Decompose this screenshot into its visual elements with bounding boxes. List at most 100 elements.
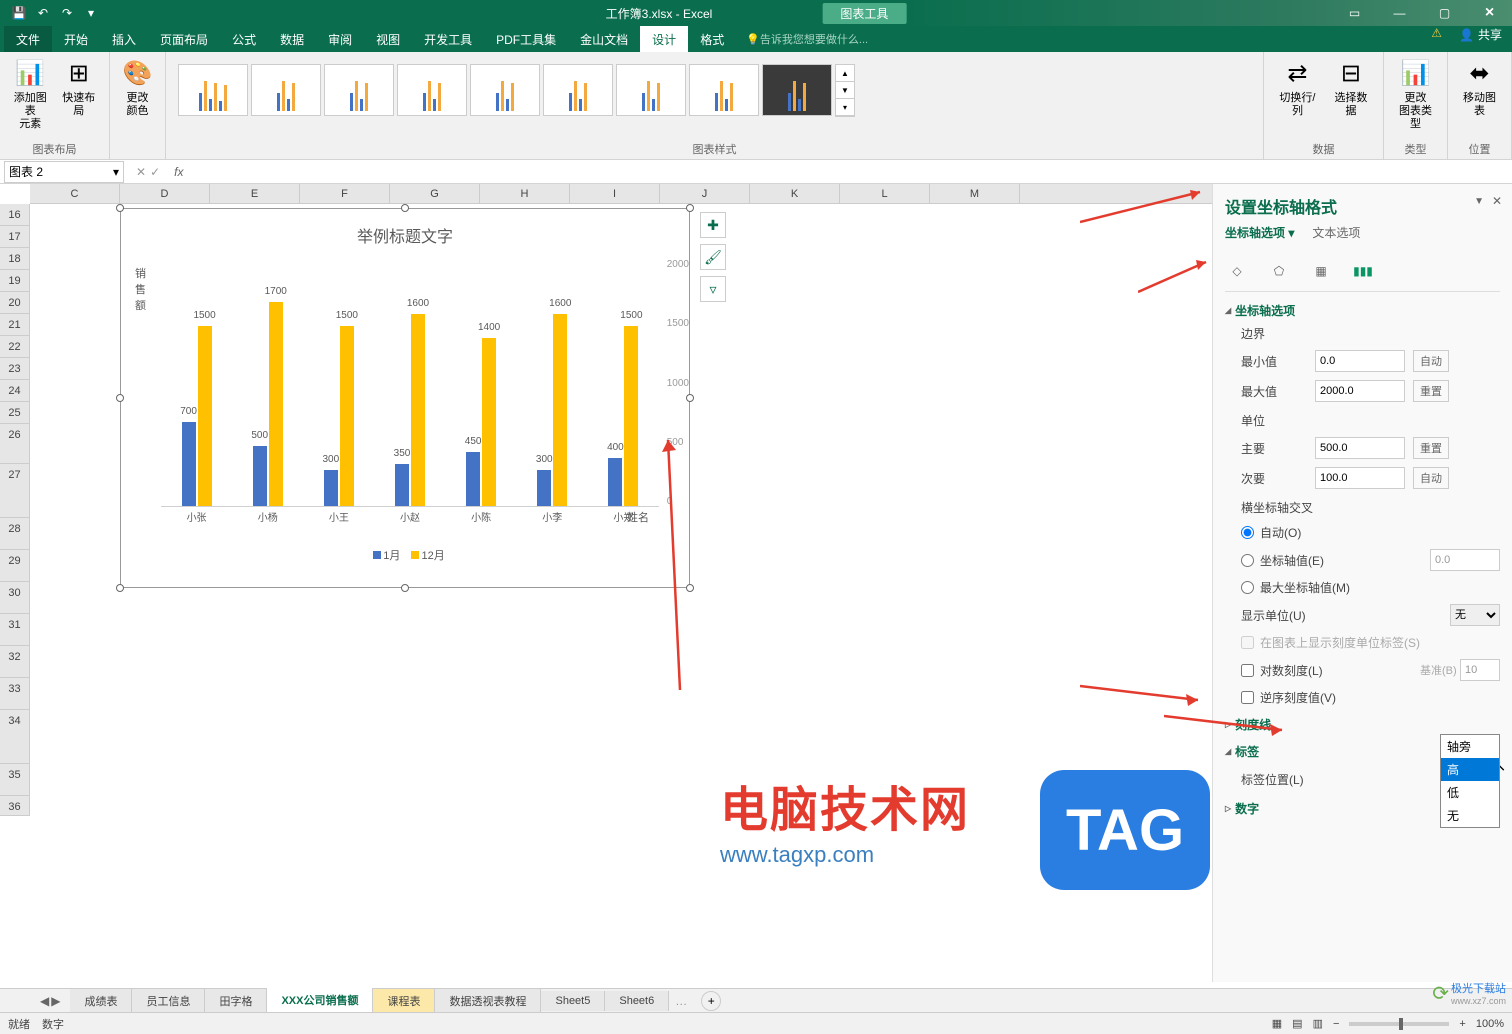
tell-me-input[interactable]: 💡 告诉我您想要做什么... — [746, 26, 868, 52]
bar[interactable]: 1700 — [269, 302, 283, 506]
sheet-tab[interactable]: 员工信息 — [132, 989, 205, 1013]
dropdown-option[interactable]: 轴旁 — [1441, 735, 1499, 758]
qat-more-icon[interactable]: ▾ — [80, 2, 102, 24]
tab-file[interactable]: 文件 — [4, 26, 52, 52]
bar-group[interactable]: 5001700小杨 — [243, 302, 293, 506]
add-sheet-button[interactable]: + — [701, 991, 721, 1011]
bar-group[interactable]: 4001500小郑 — [598, 326, 648, 506]
row-header[interactable]: 16 — [0, 204, 29, 226]
y-axis-label[interactable]: 销 售 额 — [135, 265, 146, 313]
bar[interactable]: 1500 — [198, 326, 212, 506]
fx-icon[interactable]: fx — [168, 165, 189, 179]
tab-pdf[interactable]: PDF工具集 — [484, 26, 568, 52]
row-header[interactable]: 33 — [0, 678, 29, 710]
style-item-8[interactable] — [689, 64, 759, 116]
resize-handle[interactable] — [686, 204, 694, 212]
row-header[interactable]: 30 — [0, 582, 29, 614]
tab-formula[interactable]: 公式 — [220, 26, 268, 52]
row-header[interactable]: 31 — [0, 614, 29, 646]
row-header[interactable]: 25 — [0, 402, 29, 424]
bar[interactable]: 1500 — [624, 326, 638, 506]
bar[interactable]: 700 — [182, 422, 196, 506]
sheet-tab[interactable]: Sheet5 — [541, 991, 605, 1011]
accept-formula-icon[interactable]: ✓ — [150, 165, 160, 179]
section-ticks[interactable]: 刻度线 — [1225, 716, 1500, 733]
select-data-button[interactable]: ⊟ 选择数据 — [1327, 56, 1375, 120]
row-header[interactable]: 34 — [0, 710, 29, 764]
bar[interactable]: 1400 — [482, 338, 496, 506]
x-axis-label[interactable]: 姓名 — [627, 509, 649, 525]
tab-dev[interactable]: 开发工具 — [412, 26, 484, 52]
pane-close-icon[interactable]: ✕ — [1492, 194, 1502, 208]
col-header[interactable]: G — [390, 184, 480, 203]
pane-expand-icon[interactable]: ▼ — [1474, 196, 1484, 207]
axis-value-input[interactable] — [1430, 549, 1500, 571]
sheet-tab[interactable]: XXX公司销售额 — [267, 988, 373, 1014]
resize-handle[interactable] — [686, 584, 694, 592]
row-header[interactable]: 21 — [0, 314, 29, 336]
style-item-5[interactable] — [470, 64, 540, 116]
quick-layout-button[interactable]: ⊞ 快速布局 — [57, 56, 102, 134]
bar[interactable]: 300 — [324, 470, 338, 506]
redo-icon[interactable]: ↷ — [56, 2, 78, 24]
sheet-nav-next-icon[interactable]: ▶ — [51, 994, 60, 1008]
tab-review[interactable]: 审阅 — [316, 26, 364, 52]
row-header[interactable]: 20 — [0, 292, 29, 314]
chart-object[interactable]: 举例标题文字 销 售 额 7001500小张5001700小杨3001500小王… — [120, 208, 690, 588]
dropdown-option[interactable]: 高 — [1441, 758, 1499, 781]
gallery-more-icon[interactable]: ▾ — [836, 99, 854, 116]
dropdown-option[interactable]: 低 — [1441, 781, 1499, 804]
col-header[interactable]: D — [120, 184, 210, 203]
row-header[interactable]: 36 — [0, 796, 29, 816]
style-item-9[interactable] — [762, 64, 832, 116]
subtab-axis-options[interactable]: 坐标轴选项 ▾ — [1225, 224, 1294, 243]
disp-unit-select[interactable]: 无 — [1450, 604, 1500, 626]
sheet-more-icon[interactable]: … — [669, 994, 693, 1008]
change-chart-type-button[interactable]: 📊 更改 图表类型 — [1392, 56, 1439, 134]
bar-group[interactable]: 7001500小张 — [172, 326, 222, 506]
name-box[interactable]: 图表 2▾ — [4, 161, 124, 183]
sheet-tab[interactable]: 课程表 — [373, 989, 435, 1013]
resize-handle[interactable] — [401, 584, 409, 592]
max-axis-radio[interactable] — [1241, 581, 1254, 594]
bar-group[interactable]: 3001600小李 — [527, 314, 577, 506]
chart-plot-area[interactable]: 7001500小张5001700小杨3001500小王3501600小赵4501… — [161, 259, 659, 507]
effects-icon[interactable]: ⬠ — [1267, 259, 1291, 283]
row-header[interactable]: 28 — [0, 518, 29, 550]
row-header[interactable]: 23 — [0, 358, 29, 380]
share-button[interactable]: 👤 共享 — [1459, 26, 1502, 43]
change-color-button[interactable]: 🎨 更改 颜色 — [118, 56, 157, 120]
major-aux[interactable]: 重置 — [1413, 437, 1449, 459]
bar[interactable]: 300 — [537, 470, 551, 506]
sheet-tab[interactable]: 数据透视表教程 — [435, 989, 541, 1013]
tab-kingsoft[interactable]: 金山文档 — [568, 26, 640, 52]
gallery-down-icon[interactable]: ▼ — [836, 82, 854, 99]
tab-design[interactable]: 设计 — [640, 26, 688, 52]
zoom-slider[interactable] — [1349, 1022, 1449, 1026]
reverse-order-checkbox[interactable] — [1241, 691, 1254, 704]
row-header[interactable]: 29 — [0, 550, 29, 582]
minor-input[interactable] — [1315, 467, 1405, 489]
resize-handle[interactable] — [116, 204, 124, 212]
undo-icon[interactable]: ↶ — [32, 2, 54, 24]
sheet-tab[interactable]: 成绩表 — [70, 989, 132, 1013]
style-item-2[interactable] — [251, 64, 321, 116]
row-header[interactable]: 17 — [0, 226, 29, 248]
axis-value-radio[interactable] — [1241, 554, 1254, 567]
tab-data[interactable]: 数据 — [268, 26, 316, 52]
style-item-1[interactable] — [178, 64, 248, 116]
tab-view[interactable]: 视图 — [364, 26, 412, 52]
max-input[interactable] — [1315, 380, 1405, 402]
tab-insert[interactable]: 插入 — [100, 26, 148, 52]
bar[interactable]: 400 — [608, 458, 622, 506]
size-props-icon[interactable]: ▦ — [1309, 259, 1333, 283]
dropdown-option[interactable]: 无 — [1441, 804, 1499, 827]
bar-group[interactable]: 4501400小陈 — [456, 338, 506, 506]
row-header[interactable]: 22 — [0, 336, 29, 358]
log-base-input[interactable] — [1460, 659, 1500, 681]
bar[interactable]: 1600 — [411, 314, 425, 506]
auto-radio[interactable] — [1241, 526, 1254, 539]
style-item-4[interactable] — [397, 64, 467, 116]
sheet-tab[interactable]: Sheet6 — [605, 991, 669, 1011]
save-icon[interactable]: 💾 — [8, 2, 30, 24]
